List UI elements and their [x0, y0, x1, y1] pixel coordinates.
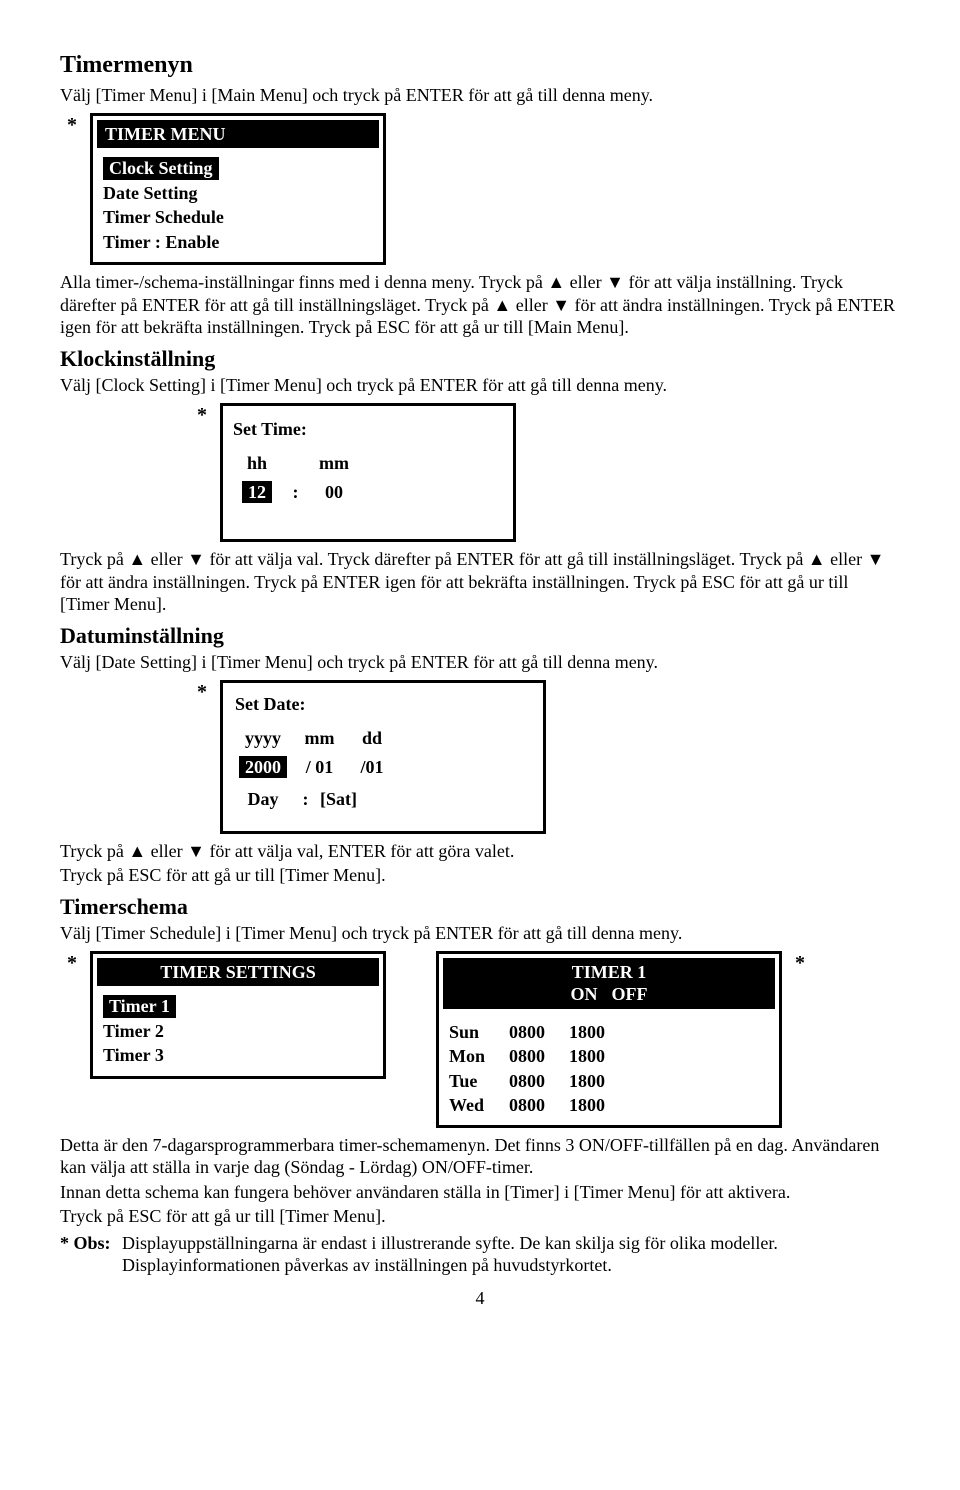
yyyy-value: 2000 [239, 756, 287, 779]
note-star: * [60, 113, 84, 137]
mm-value: / 01 [296, 756, 344, 779]
set-date-panel: Set Date: yyyy mm dd 2000 / 01 /01 Day :… [220, 680, 546, 834]
timer-menu-item: Date Setting [103, 181, 373, 206]
day-value: [Sat] [320, 788, 368, 811]
hh-label: hh [233, 452, 281, 475]
set-date-title: Set Date: [235, 693, 531, 716]
timer1-off: 1800 [569, 1021, 629, 1044]
timer-settings-item: Timer 3 [103, 1043, 373, 1068]
mm-label: mm [310, 452, 358, 475]
body-text: Välj [Timer Schedule] i [Timer Menu] och… [60, 922, 900, 945]
mm-value: 00 [310, 481, 358, 504]
note-star: * [190, 403, 214, 427]
timer1-on: 0800 [509, 1045, 569, 1068]
body-text: Tryck på ▲ eller ▼ för att välja val. Tr… [60, 548, 900, 616]
timer-menu-item: Timer : Enable [103, 230, 373, 255]
body-text: Tryck på ESC för att gå ur till [Timer M… [60, 864, 900, 887]
time-sep: : [286, 481, 306, 504]
section-heading-clock: Klockinställning [60, 345, 900, 373]
page-number: 4 [60, 1287, 900, 1310]
timer-settings-panel: TIMER SETTINGS Timer 1 Timer 2 Timer 3 [90, 951, 386, 1079]
timer1-col-off: OFF [612, 983, 648, 1006]
timer1-col-on: ON [571, 983, 598, 1006]
body-text: Innan detta schema kan fungera behöver a… [60, 1181, 900, 1204]
note-star: * [190, 680, 214, 704]
timer1-row: Tue 0800 1800 [449, 1070, 769, 1093]
section-heading-schedule: Timerschema [60, 893, 900, 921]
timer1-title: TIMER 1 [451, 961, 767, 984]
timer1-day: Mon [449, 1045, 509, 1068]
timer-menu-item: Clock Setting [103, 157, 219, 180]
obs-label: * Obs: [60, 1232, 122, 1277]
hh-value: 12 [242, 481, 272, 504]
timer1-day: Sun [449, 1021, 509, 1044]
body-text: Välj [Clock Setting] i [Timer Menu] och … [60, 374, 900, 397]
timer1-row: Mon 0800 1800 [449, 1045, 769, 1068]
note-star: * [788, 951, 812, 975]
timer1-on: 0800 [509, 1094, 569, 1117]
day-label: Day [235, 788, 291, 811]
set-time-panel: Set Time: hh mm 12 : 00 [220, 403, 516, 543]
timer1-day: Tue [449, 1070, 509, 1093]
page-title: Timermenyn [60, 50, 900, 80]
timer-settings-title: TIMER SETTINGS [97, 958, 379, 987]
timer-settings-item: Timer 1 [103, 995, 176, 1018]
timer1-off: 1800 [569, 1070, 629, 1093]
obs-text: Displayuppställningarna är endast i illu… [122, 1232, 900, 1277]
timer-menu-title: TIMER MENU [97, 120, 379, 149]
timer1-panel: TIMER 1 ON OFF Sun 0800 1800 Mon 0800 18… [436, 951, 782, 1128]
dd-label: dd [348, 727, 396, 750]
day-sep: : [296, 788, 316, 811]
timer-menu-panel: TIMER MENU Clock Setting Date Setting Ti… [90, 113, 386, 266]
timer-settings-item: Timer 2 [103, 1019, 373, 1044]
set-time-title: Set Time: [233, 418, 503, 441]
body-text: Välj [Date Setting] i [Timer Menu] och t… [60, 651, 900, 674]
mm-label: mm [296, 727, 344, 750]
timer-menu-item: Timer Schedule [103, 205, 373, 230]
timer1-row: Wed 0800 1800 [449, 1094, 769, 1117]
body-text: Tryck på ESC för att gå ur till [Timer M… [60, 1205, 900, 1228]
note-star: * [60, 951, 84, 975]
timer1-off: 1800 [569, 1094, 629, 1117]
yyyy-label: yyyy [235, 727, 291, 750]
timer1-off: 1800 [569, 1045, 629, 1068]
dd-value: /01 [348, 756, 396, 779]
section-heading-date: Datuminställning [60, 622, 900, 650]
body-text: Detta är den 7-dagarsprogrammerbara time… [60, 1134, 900, 1179]
timer1-on: 0800 [509, 1021, 569, 1044]
intro-text: Välj [Timer Menu] i [Main Menu] och tryc… [60, 84, 900, 107]
timer1-on: 0800 [509, 1070, 569, 1093]
body-text: Alla timer-/schema-inställningar finns m… [60, 271, 900, 339]
timer1-row: Sun 0800 1800 [449, 1021, 769, 1044]
timer1-day: Wed [449, 1094, 509, 1117]
body-text: Tryck på ▲ eller ▼ för att välja val, EN… [60, 840, 900, 863]
